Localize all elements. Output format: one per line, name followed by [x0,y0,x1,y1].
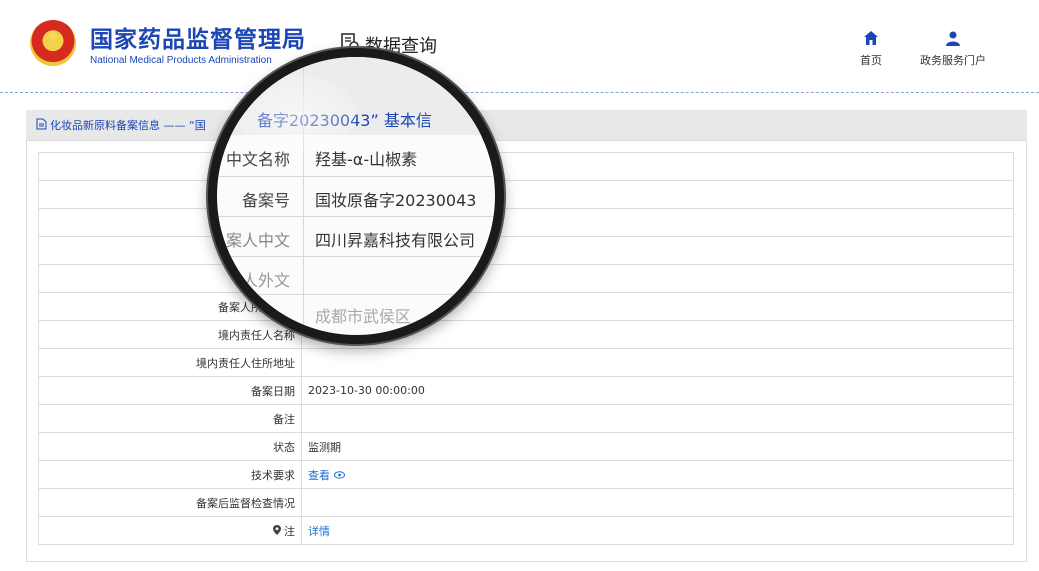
magnified-value: 四川昇嘉科技有限公司 [315,231,476,250]
row-label: 技术要求 [38,460,302,489]
nav-home[interactable]: 首页 [860,28,882,68]
national-emblem-icon [30,20,76,66]
org-name-cn[interactable]: 国家药品监督管理局 [90,20,306,54]
home-icon [863,28,879,48]
row-label: 备案后监督检查情况 [38,488,302,517]
magnified-row: 案人中文 四川昇嘉科技有限公司 [217,217,495,257]
row-label: 注 [284,524,295,538]
magnified-value: 成都市武侯区 [315,307,412,326]
view-tech-requirements-link[interactable]: 查看 [308,469,345,482]
table-row [38,236,1014,265]
table-row: 技术要求 查看 [38,460,1014,489]
site-header: 国家药品监督管理局 National Medical Products Admi… [0,0,1039,92]
details-link[interactable]: 详情 [308,525,330,538]
magnified-row: 备案号 国妆原备字20230043 [217,177,495,217]
table-row: 备案人所在国（ [38,292,1014,321]
detail-table: 备案 备案人所在国（ 境内责任人名称 境内责任人住所地址 备案日期2023-10… [38,152,1014,545]
table-row: 注 详情 [38,516,1014,545]
row-label: 状态 [38,432,302,461]
nav-service-portal[interactable]: 政务服务门户 [920,28,986,68]
table-row: 备案 [38,264,1014,293]
table-row [38,180,1014,209]
filing-date-value: 2023-10-30 00:00:00 [301,376,1014,405]
table-row [38,208,1014,237]
magnified-value: 国妆原备字20230043 [315,191,477,210]
table-row: 境内责任人名称 [38,320,1014,349]
table-row: 备案后监督检查情况 [38,488,1014,517]
nav-portal-label: 政务服务门户 [920,54,986,67]
magnified-row: 成都市武侯区 [217,295,495,335]
breadcrumb: 化妆品新原料备案信息 —— “国 [26,110,1027,140]
status-value: 监测期 [301,432,1014,461]
magnified-label: 案人中文 [225,231,290,250]
table-row: 状态 监测期 [38,432,1014,461]
row-label: 备案日期 [38,376,302,405]
row-label: 备注 [38,404,302,433]
table-row: 境内责任人住所地址 [38,348,1014,377]
table-row [38,152,1014,181]
breadcrumb-text: 化妆品新原料备案信息 —— “国 [50,119,206,132]
view-link-label: 查看 [308,468,330,482]
magnified-row: 人外文 [217,257,495,295]
magnified-value: 羟基-α-山椒素 [315,150,418,169]
row-label: 境内责任人住所地址 [38,348,302,377]
lens-glare [237,75,357,155]
document-icon [36,118,47,133]
user-icon [945,28,961,48]
header-divider [0,92,1039,93]
location-pin-icon [272,524,285,538]
magnifier-lens: 备字20230043” 基本信 中文名称 羟基-α-山椒素 备案号 国妆原备字2… [208,48,504,344]
eye-icon [333,469,345,482]
nav-home-label: 首页 [860,54,882,67]
table-row: 备案日期 2023-10-30 00:00:00 [38,376,1014,405]
magnified-label: 人外文 [241,271,290,290]
table-row: 备注 [38,404,1014,433]
magnified-label: 备案号 [241,191,290,210]
